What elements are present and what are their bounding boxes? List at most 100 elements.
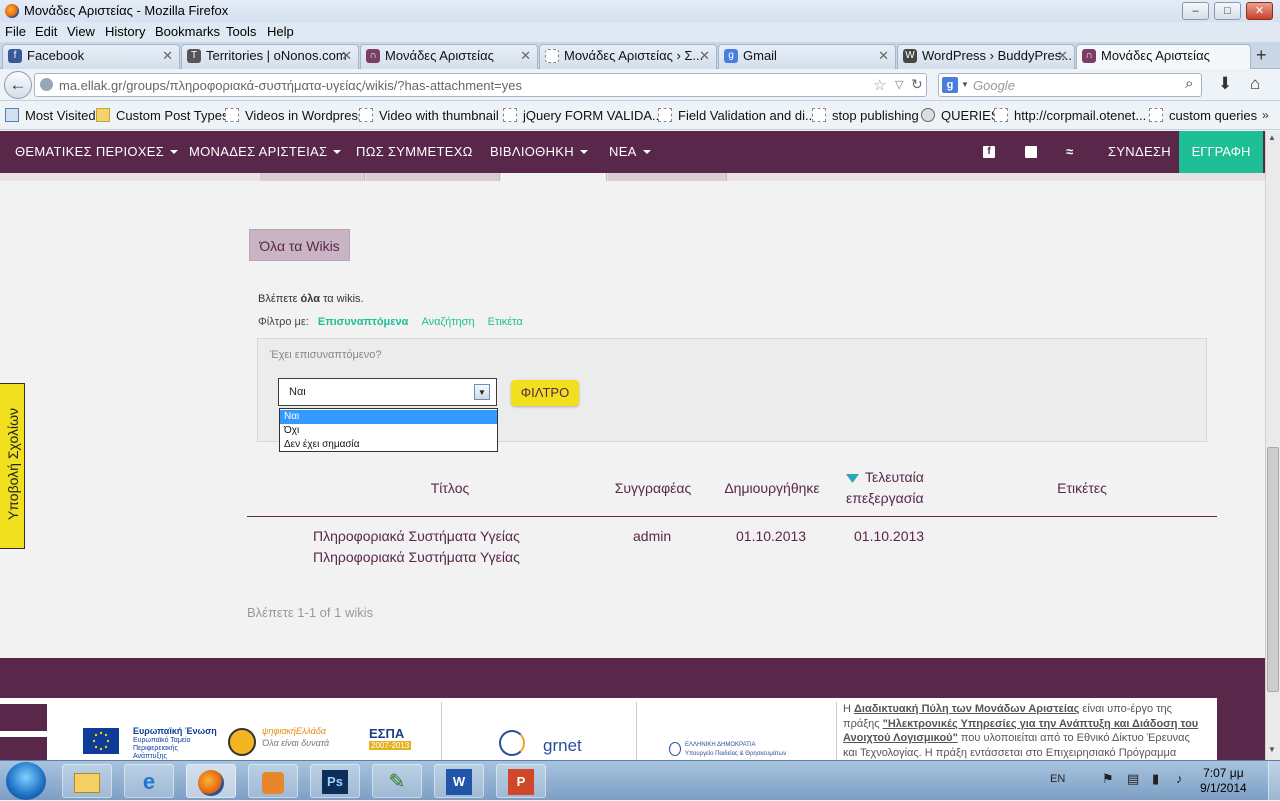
nav-news[interactable]: ΝΕΑ xyxy=(609,144,651,159)
reload-icon[interactable]: ↻ xyxy=(911,76,923,93)
column-header-edited-2[interactable]: επεξεργασία xyxy=(846,490,946,506)
volume-icon[interactable]: ♪ xyxy=(1176,771,1183,786)
column-header-edited-1[interactable]: Τελευταία xyxy=(865,469,935,485)
explorer-icon[interactable] xyxy=(62,764,112,798)
option-doesnt-matter[interactable]: Δεν έχει σημασία xyxy=(280,438,497,452)
nav-excellence-units[interactable]: ΜΟΝΑΔΕΣ ΑΡΙΣΤΕΙΑΣ xyxy=(189,144,342,159)
close-tab-icon[interactable]: ✕ xyxy=(1057,45,1068,67)
rss-icon[interactable]: ≈ xyxy=(1066,144,1073,159)
bookmark-stop-publishing[interactable]: stop publishing xyxy=(812,108,919,123)
bookmark-most-visited[interactable]: Most Visited xyxy=(5,108,96,123)
network-icon[interactable]: ▤ xyxy=(1127,771,1139,787)
footer-link-portal[interactable]: Διαδικτυακή Πύλη των Μονάδων Αριστείας xyxy=(854,703,1079,715)
tab-monades-2[interactable]: Μονάδες Αριστείας › Σ... ✕ xyxy=(539,44,717,69)
bookmark-videos-wordpress[interactable]: Videos in Wordpress xyxy=(225,108,364,123)
search-engine-dropdown-icon[interactable]: ▼ xyxy=(961,80,969,89)
search-icon[interactable]: ⌕ xyxy=(1185,75,1193,92)
menu-help[interactable]: Help xyxy=(267,24,294,39)
minimize-button[interactable]: – xyxy=(1182,2,1209,20)
more-bookmarks-icon[interactable]: » xyxy=(1262,108,1269,122)
url-bar[interactable]: ma.ellak.gr/groups/πληροφοριακά-συστήματ… xyxy=(34,73,927,97)
bookmark-field-validation[interactable]: Field Validation and di... xyxy=(658,108,816,123)
close-tab-icon[interactable]: ✕ xyxy=(520,45,531,67)
photoshop-icon[interactable]: Ps xyxy=(310,764,360,798)
filter-button[interactable]: ΦΙΛΤΡΟ xyxy=(511,380,579,406)
search-box[interactable]: g ▼ Google ⌕ xyxy=(938,73,1202,97)
scrollbar-thumb[interactable] xyxy=(1267,447,1279,692)
google-icon[interactable]: g xyxy=(942,77,958,93)
menu-bookmarks[interactable]: Bookmarks xyxy=(155,24,220,39)
group-tab[interactable] xyxy=(260,173,365,181)
close-tab-icon[interactable]: ✕ xyxy=(878,45,889,67)
start-button[interactable] xyxy=(6,762,46,800)
wiki-title-link[interactable]: Πληροφοριακά Συστήματα Υγείας xyxy=(313,528,520,544)
twitter-icon[interactable] xyxy=(1025,146,1037,158)
option-yes[interactable]: Ναι xyxy=(280,410,497,424)
tab-facebook[interactable]: f Facebook ✕ xyxy=(2,44,180,69)
group-tab[interactable] xyxy=(366,173,500,181)
scroll-down-icon[interactable]: ▼ xyxy=(1268,745,1276,754)
wiki-title-link-2[interactable]: Πληροφοριακά Συστήματα Υγείας xyxy=(313,549,520,565)
bookmark-custom-post-types[interactable]: Custom Post Types xyxy=(96,108,228,123)
show-desktop-button[interactable] xyxy=(1268,761,1280,801)
tab-monades-1[interactable]: ∩ Μονάδες Αριστείας ✕ xyxy=(360,44,538,69)
all-wikis-button[interactable]: Όλα τα Wikis xyxy=(249,229,350,261)
filter-search-link[interactable]: Αναζήτηση xyxy=(421,316,474,328)
has-attachment-select[interactable]: Ναι ▼ xyxy=(278,378,497,406)
tab-monades-active[interactable]: ∩ Μονάδες Αριστείας xyxy=(1076,44,1251,70)
system-clock[interactable]: 7:07 μμ 9/1/2014 xyxy=(1200,766,1247,796)
column-header-title[interactable]: Τίτλος xyxy=(400,480,500,496)
group-tab-active[interactable] xyxy=(501,173,607,181)
feedback-tab[interactable]: Υποβολή Σχολίων xyxy=(0,383,25,549)
chevron-down-icon[interactable]: ▼ xyxy=(474,384,490,400)
language-indicator[interactable]: EN xyxy=(1050,773,1065,785)
column-header-author[interactable]: Συγγραφέας xyxy=(603,480,703,496)
back-button[interactable]: ← xyxy=(4,71,32,99)
option-no[interactable]: Όχι xyxy=(280,424,497,438)
tab-territories[interactable]: T Territories | oNonos.com ✕ xyxy=(181,44,359,69)
close-tab-icon[interactable]: ✕ xyxy=(699,45,710,67)
filter-attachments-link[interactable]: Επισυναπτόμενα xyxy=(318,316,409,328)
tab-wordpress[interactable]: W WordPress › BuddyPres... ✕ xyxy=(897,44,1075,69)
menu-history[interactable]: History xyxy=(105,24,145,39)
history-dropdown-icon[interactable]: ▽ xyxy=(895,78,903,91)
nav-how-to-participate[interactable]: ΠΩΣ ΣΥΜΜΕΤΕΧΩ xyxy=(356,144,473,159)
new-tab-button[interactable]: + xyxy=(1256,45,1267,66)
facebook-icon[interactable]: f xyxy=(983,146,995,158)
menu-edit[interactable]: Edit xyxy=(35,24,57,39)
media-player-icon[interactable] xyxy=(248,764,298,798)
filter-tag-link[interactable]: Ετικέτα xyxy=(488,316,523,328)
bookmark-video-thumbnail[interactable]: Video with thumbnail xyxy=(359,108,499,123)
menu-file[interactable]: File xyxy=(5,24,26,39)
internet-explorer-icon[interactable]: e xyxy=(124,764,174,798)
word-icon[interactable]: W xyxy=(434,764,484,798)
downloads-icon[interactable]: ⬇ xyxy=(1218,74,1232,94)
bookmark-custom-queries[interactable]: custom queries xyxy=(1149,108,1257,123)
bookmark-queries[interactable]: QUERIES xyxy=(921,108,1000,123)
page-scrollbar[interactable]: ▲ ▼ xyxy=(1265,131,1280,760)
column-header-tags[interactable]: Ετικέτες xyxy=(1032,480,1132,496)
login-link[interactable]: ΣΥΝΔΕΣΗ xyxy=(1108,144,1171,159)
wiki-author[interactable]: admin xyxy=(633,528,671,544)
bookmark-star-icon[interactable]: ☆ xyxy=(873,76,886,94)
close-window-button[interactable]: ✕ xyxy=(1246,2,1273,20)
nav-library[interactable]: ΒΙΒΛΙΟΘΗΚΗ xyxy=(490,144,588,159)
nav-thematic-areas[interactable]: ΘΕΜΑΤΙΚΕΣ ΠΕΡΙΟΧΕΣ xyxy=(15,144,179,159)
menu-view[interactable]: View xyxy=(67,24,95,39)
tab-gmail[interactable]: g Gmail ✕ xyxy=(718,44,896,69)
firefox-taskbar-icon[interactable] xyxy=(186,764,236,798)
register-button[interactable]: ΕΓΓΡΑΦΗ xyxy=(1179,131,1263,173)
bookmark-corpmail[interactable]: http://corpmail.otenet... xyxy=(994,108,1146,123)
menu-tools[interactable]: Tools xyxy=(226,24,256,39)
notepad-icon[interactable]: ✎ xyxy=(372,764,422,798)
close-tab-icon[interactable]: ✕ xyxy=(341,45,352,67)
column-header-created[interactable]: Δημιουργήθηκε xyxy=(712,480,832,496)
bookmark-jquery-form[interactable]: jQuery FORM VALIDA... xyxy=(503,108,663,123)
maximize-button[interactable]: □ xyxy=(1214,2,1241,20)
group-tab[interactable] xyxy=(608,173,727,181)
home-icon[interactable]: ⌂ xyxy=(1250,74,1260,94)
action-center-flag-icon[interactable]: ⚑ xyxy=(1102,771,1114,787)
sort-desc-icon[interactable] xyxy=(846,472,862,483)
window-titlebar[interactable]: Μονάδες Αριστείας - Mozilla Firefox – □ … xyxy=(0,0,1280,22)
close-tab-icon[interactable]: ✕ xyxy=(162,45,173,67)
